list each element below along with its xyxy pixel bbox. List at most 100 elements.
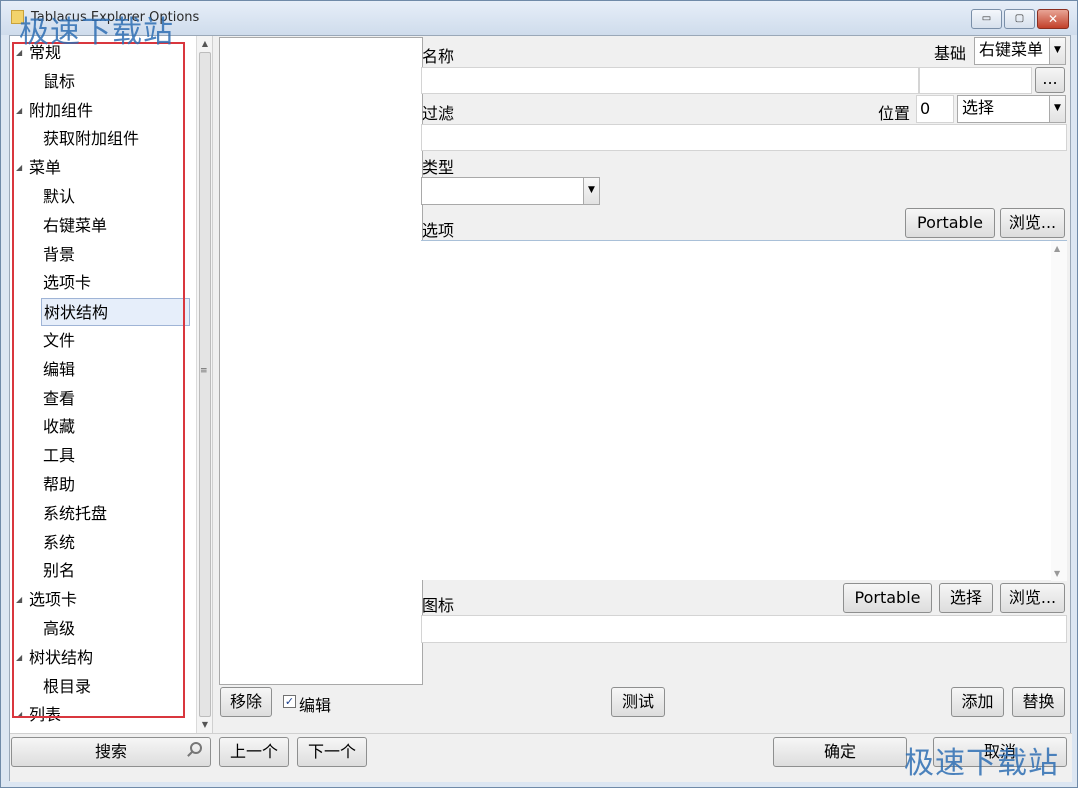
tree-item[interactable]: 系统 xyxy=(10,529,190,557)
chevron-down-icon[interactable]: ▼ xyxy=(1049,38,1065,64)
icon-input[interactable] xyxy=(421,615,1067,643)
tree-item[interactable]: 帮助 xyxy=(10,471,190,499)
tree-item-label: 系统 xyxy=(43,532,76,552)
scroll-up-icon[interactable]: ▲ xyxy=(197,36,212,52)
tree-item[interactable]: 系统托盘 xyxy=(10,500,190,528)
tree-item-label: 别名 xyxy=(43,561,76,581)
expand-arrow-icon[interactable]: ◢ xyxy=(16,586,22,614)
close-button[interactable]: ✕ xyxy=(1037,9,1069,29)
edit-checkbox-label: 编辑 xyxy=(299,696,332,715)
tree-item[interactable]: 背景 xyxy=(10,241,190,269)
chevron-down-icon[interactable]: ▼ xyxy=(583,178,599,204)
tree-item-label: 附加组件 xyxy=(29,100,94,120)
client-area: ◢ 常规 鼠标 ◢ 附加组件 获取附加组件 ◢ 菜单 默认 右键菜单 背景 选项卡 树状结构 文件 编辑 查看… xyxy=(9,35,1072,782)
search-button[interactable]: 搜索 xyxy=(11,737,211,767)
minimize-button[interactable]: ▭ xyxy=(971,9,1002,29)
tree-item-label: 收藏 xyxy=(43,417,76,437)
tree-item[interactable]: 收藏 xyxy=(10,413,190,441)
scroll-down-icon[interactable]: ▼ xyxy=(1054,569,1060,578)
replace-button[interactable]: 替换 xyxy=(1012,687,1065,717)
tree-group[interactable]: ◢ 菜单 xyxy=(10,154,190,182)
tree-item[interactable]: 选项卡 xyxy=(10,269,190,297)
position-select-value: 选择 xyxy=(962,98,995,117)
tree-item-label: 选项卡 xyxy=(29,590,78,610)
tree-item-label: 根目录 xyxy=(43,676,92,696)
tree-group[interactable]: ◢ 树状结构 xyxy=(10,644,190,672)
position-input[interactable]: 0 xyxy=(916,95,954,123)
base-select-value: 右键菜单 xyxy=(979,40,1044,59)
tree-item-label: 树状结构 xyxy=(44,303,109,323)
expand-arrow-icon[interactable]: ◢ xyxy=(16,154,22,182)
tree-item-label: 选项卡 xyxy=(43,273,92,293)
tree-item-label: 帮助 xyxy=(43,475,76,494)
tree-item[interactable]: 右键菜单 xyxy=(10,212,190,240)
search-button-label: 搜索 xyxy=(94,742,127,761)
name-input[interactable] xyxy=(421,67,919,94)
expand-arrow-icon[interactable]: ◢ xyxy=(16,97,22,125)
tree-item[interactable]: 工具 xyxy=(10,442,190,470)
chevron-down-icon[interactable]: ▼ xyxy=(1049,96,1065,122)
tree-item[interactable]: 根目录 xyxy=(10,673,190,701)
tree-item[interactable]: 编辑 xyxy=(10,356,190,384)
edit-checkbox[interactable]: ✓ xyxy=(283,695,296,708)
next-button[interactable]: 下一个 xyxy=(297,737,367,767)
tree-item-label: 查看 xyxy=(43,388,76,408)
icon-select-button[interactable]: 选择 xyxy=(939,583,993,613)
tree-item-label: 背景 xyxy=(43,244,76,264)
type-select[interactable]: ▼ xyxy=(421,177,600,205)
watermark-bottom: 极速下载站 xyxy=(904,746,1059,781)
add-button[interactable]: 添加 xyxy=(951,687,1004,717)
previous-button[interactable]: 上一个 xyxy=(219,737,289,767)
tree-item[interactable]: 查看 xyxy=(10,385,190,413)
options-scrollbar[interactable]: ▲ ▼ xyxy=(1051,241,1067,581)
tree-item[interactable]: 别名 xyxy=(10,557,190,585)
position-label: 位置 xyxy=(878,104,911,123)
scroll-grip-icon: ≡ xyxy=(200,366,208,376)
base-select[interactable]: 右键菜单 ▼ xyxy=(974,37,1066,65)
tree-item-label: 列表 xyxy=(29,705,62,725)
base-label: 基础 xyxy=(934,44,967,63)
tree-item[interactable]: 高级 xyxy=(10,615,190,643)
test-button[interactable]: 测试 xyxy=(611,687,665,717)
tree-item-label: 获取附加组件 xyxy=(43,129,140,149)
tree-item[interactable]: 获取附加组件 xyxy=(10,125,190,153)
tree-item-label: 鼠标 xyxy=(43,71,76,91)
options-browse-button[interactable]: 浏览... xyxy=(1000,208,1065,238)
options-label: 选项 xyxy=(422,221,455,240)
hotkey-input[interactable] xyxy=(919,67,1032,94)
menu-item-list[interactable] xyxy=(219,37,423,685)
tree-item-label: 右键菜单 xyxy=(43,215,108,235)
tree-item[interactable]: 文件 xyxy=(10,327,190,355)
search-icon xyxy=(190,742,202,754)
tree-item[interactable]: 默认 xyxy=(10,183,190,211)
maximize-button[interactable]: ▢ xyxy=(1004,9,1035,29)
options-textarea[interactable]: ▲ ▼ xyxy=(421,240,1067,581)
tree-item-label: 文件 xyxy=(43,331,76,350)
expand-arrow-icon[interactable]: ◢ xyxy=(16,701,22,729)
ellipsis-button[interactable]: ... xyxy=(1035,67,1065,93)
tree-item[interactable]: 鼠标 xyxy=(10,68,190,96)
ok-button[interactable]: 确定 xyxy=(773,737,907,767)
scroll-thumb[interactable] xyxy=(199,52,211,717)
icon-browse-button[interactable]: 浏览... xyxy=(1000,583,1065,613)
tree-group[interactable]: ◢ 选项卡 xyxy=(10,586,190,614)
filter-label: 过滤 xyxy=(422,104,455,123)
remove-button[interactable]: 移除 xyxy=(220,687,272,717)
tree-group[interactable]: ◢ 附加组件 xyxy=(10,97,190,125)
icon-label: 图标 xyxy=(422,596,455,615)
tree-scrollbar[interactable]: ▲ ≡ ▼ xyxy=(196,36,212,733)
options-portable-button[interactable]: Portable xyxy=(905,208,995,238)
options-window: Tablacus Explorer Options ▭ ▢ ✕ ◢ 常规 鼠标 ◢ 附加… xyxy=(0,0,1078,788)
filter-input[interactable] xyxy=(421,124,1067,151)
tree-item-label: 系统托盘 xyxy=(43,503,108,523)
expand-arrow-icon[interactable]: ◢ xyxy=(16,644,22,672)
scroll-up-icon[interactable]: ▲ xyxy=(1054,244,1060,253)
tree-group[interactable]: ◢ 列表 xyxy=(10,701,190,729)
tree-item-label: 树状结构 xyxy=(29,647,94,667)
category-tree[interactable]: ◢ 常规 鼠标 ◢ 附加组件 获取附加组件 ◢ 菜单 默认 右键菜单 背景 选项卡 树状结构 文件 编辑 查看… xyxy=(10,36,213,733)
position-select[interactable]: 选择 ▼ xyxy=(957,95,1066,123)
tree-item[interactable]: 树状结构 xyxy=(41,298,190,327)
tree-item-label: 高级 xyxy=(43,619,76,638)
icon-portable-button[interactable]: Portable xyxy=(843,583,932,613)
scroll-down-icon[interactable]: ▼ xyxy=(197,717,212,733)
